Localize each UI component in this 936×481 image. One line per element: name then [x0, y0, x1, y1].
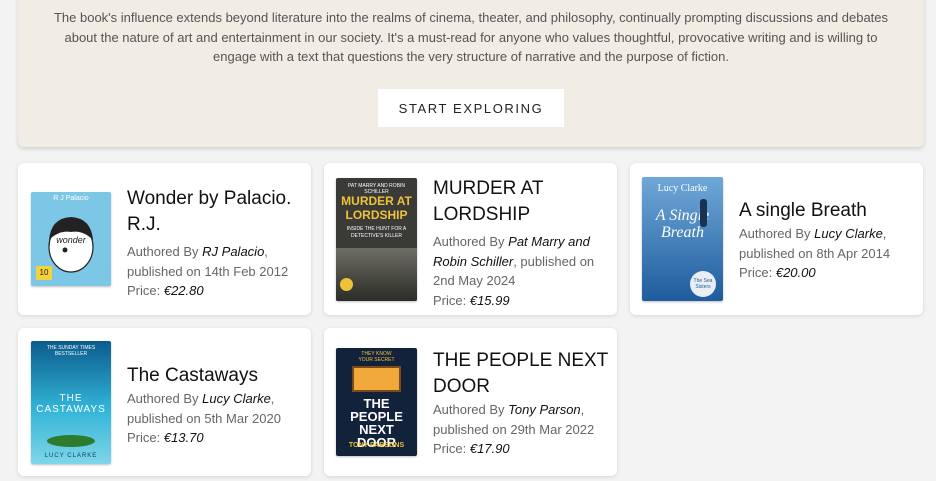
book-meta: Authored By Lucy Clarke, published on 8t…	[739, 224, 917, 283]
published-date: 2nd May 2024	[433, 273, 516, 288]
cover-title-text: A Single Breath	[655, 207, 710, 241]
price-label: Price:	[739, 265, 776, 280]
start-exploring-button[interactable]: START EXPLORING	[378, 89, 564, 127]
cover-author-text: TONY PARSONS	[348, 442, 405, 449]
book-title[interactable]: The Castaways	[127, 363, 305, 389]
book-info: The Castaways Authored By Lucy Clarke, p…	[127, 363, 305, 448]
authored-by-label: Authored By	[127, 244, 203, 259]
price-value: €17.90	[469, 441, 510, 456]
cover-island	[47, 435, 95, 447]
price-value: €20.00	[775, 265, 816, 280]
book-title[interactable]: Wonder by Palacio. R.J.	[127, 186, 305, 238]
hero-section: The book's influence extends beyond lite…	[18, 0, 924, 147]
cover-author-text: LUCY CLARKE	[44, 453, 98, 459]
cover-tagline-text: INSIDE THE HUNT FOR A DETECTIVE'S KILLER	[346, 226, 407, 239]
cover-window	[352, 366, 401, 392]
published-on-label: , published on	[513, 253, 595, 269]
book-info: A single Breath Authored By Lucy Clarke,…	[739, 198, 917, 283]
price-value: €22.80	[163, 283, 204, 298]
author-name: Tony Parson	[508, 402, 581, 417]
cover-author-text: Lucy Clarke	[657, 183, 708, 194]
cover-badge: 10	[36, 266, 52, 280]
cover-figure	[700, 199, 707, 227]
book-card[interactable]: THE SUNDAY TIMES BESTSELLER THE CASTAWAY…	[18, 328, 311, 476]
book-meta: Authored By RJ Palacio, published on 14t…	[127, 242, 305, 301]
cover-title-text: THE CASTAWAYS	[36, 393, 106, 415]
authored-by-label: Authored By	[127, 391, 203, 406]
authored-by-label: Authored By	[739, 226, 815, 241]
price-label: Price:	[127, 283, 164, 298]
book-title[interactable]: MURDER AT LORDSHIP	[433, 176, 611, 228]
cover-sticker: The Sea Sisters	[690, 271, 716, 297]
book-cover-image[interactable]: Lucy Clarke A Single Breath The Sea Sist…	[642, 177, 723, 301]
author-name: Lucy Clarke	[814, 226, 883, 241]
published-date: 5th Mar 2020	[204, 410, 281, 426]
book-meta: Authored By Lucy Clarke, published on 5t…	[127, 389, 305, 448]
book-meta: Authored By Pat Marry and Robin Schiller…	[433, 232, 611, 310]
price-value: €15.99	[469, 292, 510, 308]
book-info: THE PEOPLE NEXT DOOR Authored By Tony Pa…	[433, 348, 611, 459]
book-card[interactable]: PAT MARRY AND ROBIN SCHILLER MURDER AT L…	[324, 163, 617, 315]
book-title[interactable]: A single Breath	[739, 198, 917, 224]
cover-field-image	[336, 248, 417, 301]
book-card[interactable]: THEY KNOW YOUR SECRET THE PEOPLE NEXT DO…	[324, 328, 617, 476]
authored-by-label: Authored By	[433, 234, 509, 249]
hero-description: The book's influence extends beyond lite…	[53, 10, 889, 64]
published-date: 8th Apr 2014	[816, 245, 891, 261]
cover-badge	[340, 278, 353, 291]
book-info: MURDER AT LORDSHIP Authored By Pat Marry…	[433, 176, 611, 310]
cover-title-text: wonder	[56, 235, 86, 245]
published-date: 29th Mar 2022	[510, 421, 595, 437]
author-name: RJ Palacio	[202, 244, 265, 259]
book-info: Wonder by Palacio. R.J. Authored By RJ P…	[127, 186, 305, 301]
cover-title-text: MURDER AT LORDSHIP	[341, 194, 412, 222]
cover-tagline-text: THE SUNDAY TIMES BESTSELLER	[46, 345, 96, 357]
book-card[interactable]: R J Palacio wonder 10 Wonder by Palacio.…	[18, 163, 311, 315]
book-meta: Authored By Tony Parson, published on 29…	[433, 400, 611, 459]
price-value: €13.70	[163, 430, 204, 445]
published-date: 14th Feb 2012	[204, 263, 289, 279]
book-cover-image[interactable]: R J Palacio wonder 10	[31, 192, 111, 286]
book-title[interactable]: THE PEOPLE NEXT DOOR	[433, 348, 611, 400]
book-cover-image[interactable]: PAT MARRY AND ROBIN SCHILLER MURDER AT L…	[336, 178, 417, 301]
book-card[interactable]: Lucy Clarke A Single Breath The Sea Sist…	[630, 163, 923, 315]
book-cover-image[interactable]: THEY KNOW YOUR SECRET THE PEOPLE NEXT DO…	[336, 348, 417, 456]
price-label: Price:	[433, 441, 470, 456]
cover-tagline-text: THEY KNOW YOUR SECRET	[358, 351, 395, 363]
authored-by-label: Authored By	[433, 402, 509, 417]
book-cover-image[interactable]: THE SUNDAY TIMES BESTSELLER THE CASTAWAY…	[31, 341, 111, 464]
price-label: Price:	[433, 292, 470, 308]
author-name: Lucy Clarke	[202, 391, 271, 406]
price-label: Price:	[127, 430, 164, 445]
